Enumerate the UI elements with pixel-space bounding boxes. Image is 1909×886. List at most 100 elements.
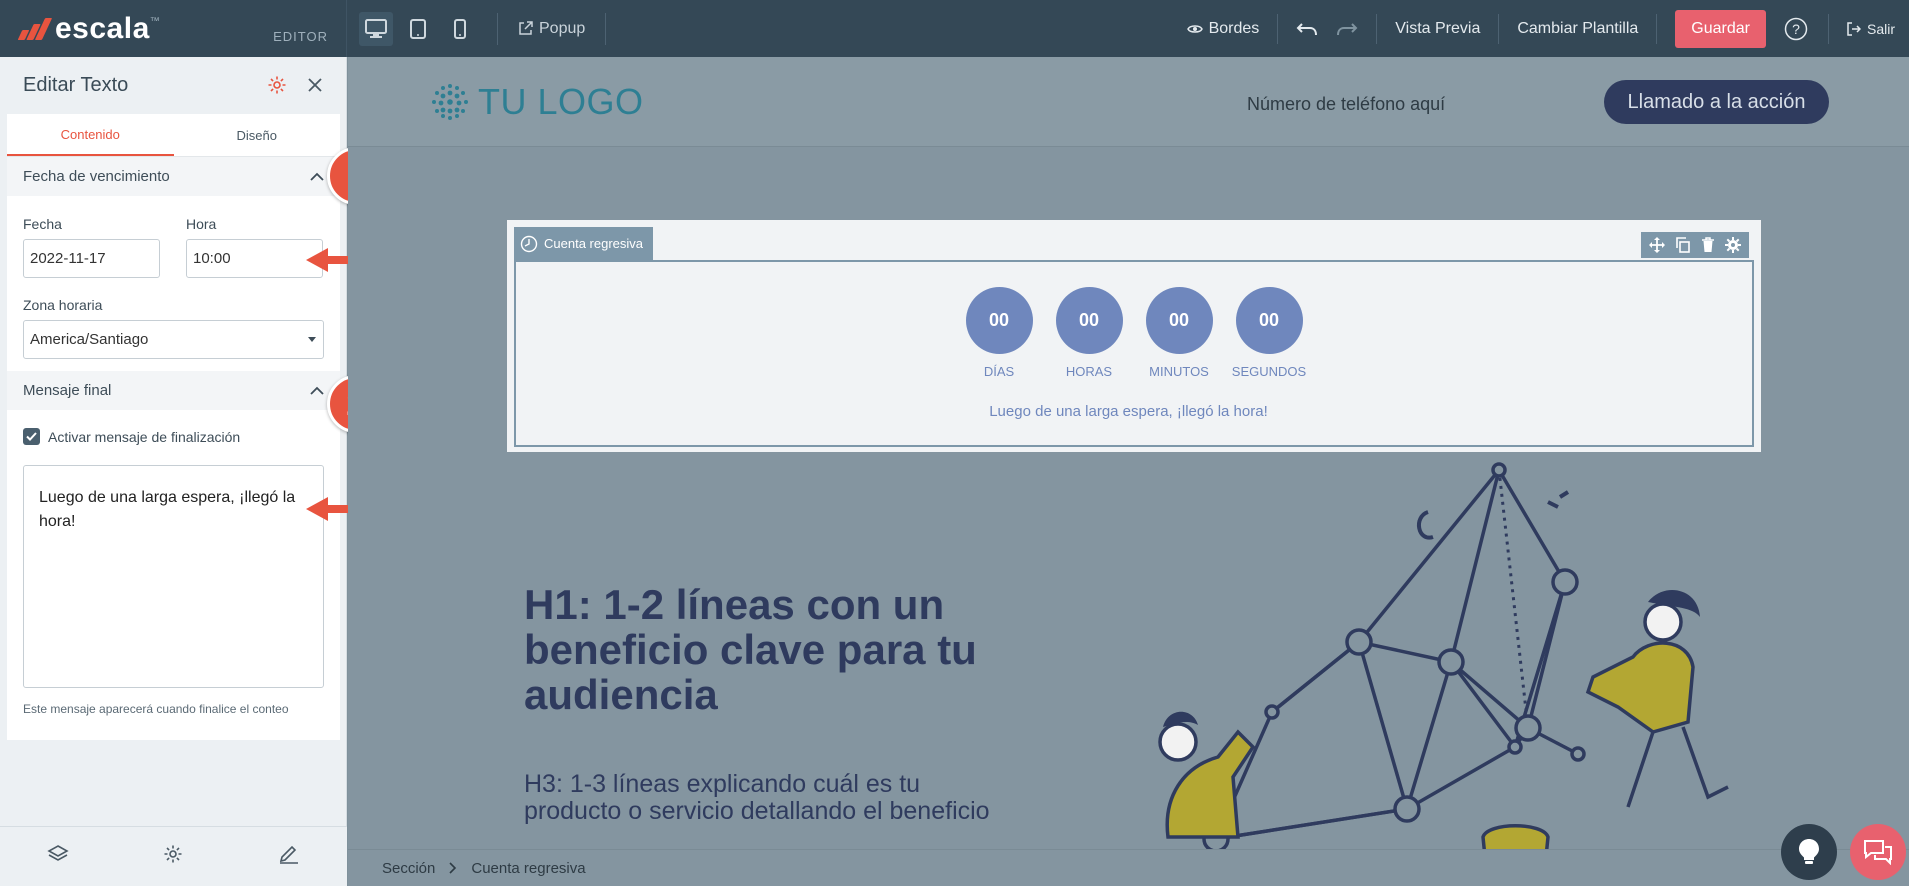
vista-previa-label: Vista Previa	[1395, 19, 1481, 37]
divider	[605, 12, 607, 45]
hora-input[interactable]: 10:00	[186, 239, 323, 278]
bordes-toggle[interactable]: Bordes	[1169, 13, 1278, 45]
trash-icon[interactable]	[1701, 237, 1715, 253]
close-button[interactable]	[307, 77, 323, 93]
countdown-label: SEGUNDOS	[1231, 364, 1307, 379]
activar-mensaje-checkbox[interactable]	[23, 428, 40, 445]
phone-text[interactable]: Número de teléfono aquí	[1247, 94, 1445, 115]
move-icon[interactable]	[1649, 237, 1665, 253]
countdown-unit-seconds: 00 SEGUNDOS	[1231, 287, 1307, 379]
fecha-input[interactable]: 2022-11-17	[23, 239, 160, 278]
top-bar: escala ™ EDITOR Popup Bordes Vista Previ…	[0, 0, 1909, 57]
close-icon	[308, 78, 322, 92]
undo-button[interactable]	[1278, 13, 1336, 45]
clock-icon	[520, 235, 538, 252]
tab-contenido[interactable]: Contenido	[7, 114, 174, 156]
site-header: TU LOGO Número de teléfono aquí Llamado …	[348, 57, 1909, 147]
brand: escala ™ EDITOR	[0, 0, 347, 57]
countdown-toolbar	[1641, 232, 1749, 258]
caret-down-icon	[308, 336, 316, 342]
chat-button[interactable]	[1850, 824, 1906, 880]
tips-button[interactable]	[1781, 824, 1837, 880]
settings-button[interactable]	[267, 75, 287, 95]
tab-diseno[interactable]: Diseño	[174, 114, 341, 156]
escala-logo-icon	[17, 17, 53, 40]
edit-panel: Contenido Diseño Fecha de vencimiento Fe…	[7, 114, 340, 740]
gear-icon	[268, 76, 286, 94]
countdown-label: HORAS	[1065, 364, 1113, 379]
section-fecha-header[interactable]: Fecha de vencimiento	[7, 157, 340, 196]
edit-button[interactable]	[278, 844, 300, 869]
editor-label: EDITOR	[273, 29, 328, 44]
section-mensaje-header[interactable]: Mensaje final	[7, 371, 340, 410]
copy-icon[interactable]	[1675, 237, 1691, 253]
countdown-value: 00	[1235, 287, 1303, 354]
sidebar-header: Editar Texto	[0, 57, 346, 113]
countdown-unit-hours: 00 HORAS	[1054, 287, 1124, 379]
vista-previa-button[interactable]: Vista Previa	[1377, 13, 1498, 45]
cambiar-plantilla-label: Cambiar Plantilla	[1517, 19, 1639, 37]
fecha-label: Fecha	[23, 216, 62, 232]
section-fecha-title: Fecha de vencimiento	[23, 168, 170, 185]
chevron-right-icon	[449, 862, 457, 874]
zona-label: Zona horaria	[23, 297, 103, 313]
dots-logo-icon	[432, 84, 468, 120]
svg-text:?: ?	[1792, 21, 1800, 37]
countdown-value: 00	[1055, 287, 1123, 354]
popup-button[interactable]: Popup	[518, 20, 585, 38]
cambiar-plantilla-button[interactable]: Cambiar Plantilla	[1499, 13, 1656, 45]
editor-sidebar: Editar Texto Contenido Diseño Fecha de v…	[0, 57, 347, 886]
chat-icon	[1864, 840, 1892, 865]
global-settings-button[interactable]	[163, 844, 183, 869]
redo-button[interactable]	[1336, 13, 1376, 45]
breadcrumb-current[interactable]: Cuenta regresiva	[471, 860, 585, 877]
divider	[1656, 13, 1658, 44]
exit-icon	[1847, 21, 1861, 36]
mobile-view-button[interactable]	[443, 12, 477, 46]
hero-subheading[interactable]: H3: 1-3 líneas explicando cuál es tu pro…	[524, 771, 1004, 825]
cta-button[interactable]: Llamado a la acción	[1604, 80, 1829, 124]
chevron-up-icon	[310, 172, 324, 181]
exit-button[interactable]: Salir	[1829, 13, 1909, 45]
breadcrumb: Sección Cuenta regresiva	[348, 849, 1909, 886]
activar-mensaje-label: Activar mensaje de finalización	[48, 428, 241, 445]
exit-label: Salir	[1866, 20, 1895, 37]
save-button[interactable]: Guardar	[1675, 9, 1766, 48]
redo-icon	[1337, 22, 1358, 35]
hora-label: Hora	[186, 216, 217, 232]
logo-text: TU LOGO	[478, 81, 644, 122]
bordes-label: Bordes	[1208, 19, 1260, 37]
countdown-units: 00 DÍAS 00 HORAS 00 MINUTOS 00 SEGUNDOS	[507, 287, 1761, 379]
site-logo[interactable]: TU LOGO	[430, 81, 644, 123]
undo-icon	[1296, 22, 1318, 35]
sidebar-title: Editar Texto	[23, 73, 129, 96]
brand-tm: ™	[149, 16, 160, 27]
tablet-view-button[interactable]	[401, 12, 435, 46]
desktop-icon	[365, 18, 387, 38]
help-button[interactable]: ?	[1784, 13, 1828, 45]
final-message-textarea[interactable]: Luego de una larga espera, ¡llegó la hor…	[23, 465, 324, 688]
layers-button[interactable]	[47, 844, 69, 869]
final-message-hint: Este mensaje aparecerá cuando finalice e…	[23, 702, 289, 716]
gear-icon[interactable]	[1725, 237, 1741, 253]
gear-icon	[164, 845, 182, 863]
desktop-view-button[interactable]	[359, 11, 393, 46]
zona-select[interactable]: America/Santiago	[23, 320, 324, 359]
lightbulb-icon	[1799, 839, 1819, 864]
fecha-fields: Fecha 2022-11-17 Hora 10:00 Zona horaria…	[7, 196, 340, 359]
activar-mensaje-checkbox-row[interactable]: Activar mensaje de finalización	[7, 410, 340, 445]
external-link-icon	[519, 21, 533, 35]
breadcrumb-section[interactable]: Sección	[382, 860, 435, 877]
network-illustration	[1158, 462, 1729, 849]
countdown-unit-minutes: 00 MINUTOS	[1144, 287, 1214, 379]
sidebar-footer	[0, 826, 347, 886]
countdown-value: 00	[965, 287, 1033, 354]
countdown-tab: Cuenta regresiva	[514, 227, 653, 260]
section-mensaje-title: Mensaje final	[23, 382, 112, 399]
layers-icon	[47, 845, 69, 861]
countdown-tab-label: Cuenta regresiva	[544, 236, 643, 251]
check-icon	[26, 432, 37, 441]
top-actions: Bordes Vista Previa Cambiar Plantilla Gu…	[1169, 0, 1909, 57]
tablet-icon	[410, 18, 426, 39]
hero-heading[interactable]: H1: 1-2 líneas con un beneficio clave pa…	[524, 582, 1044, 717]
